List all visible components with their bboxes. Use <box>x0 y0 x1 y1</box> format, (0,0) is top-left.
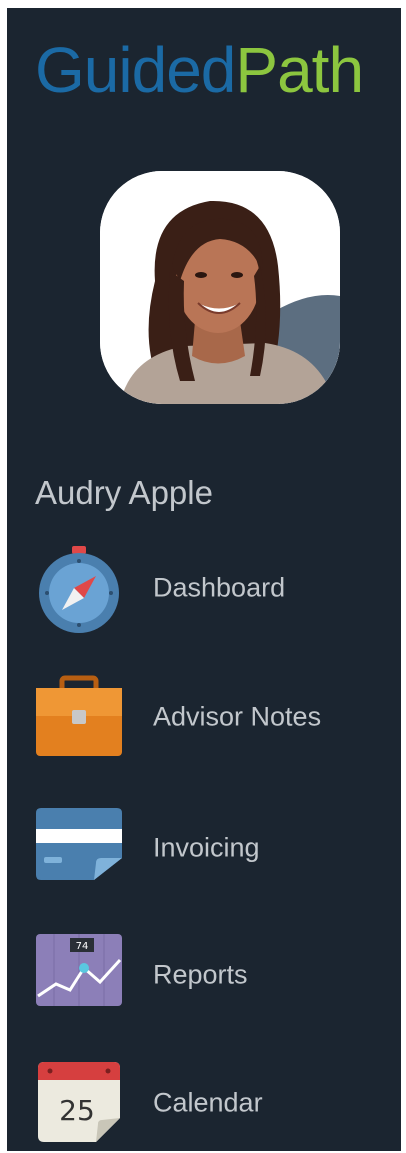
brand-logo[interactable]: GuidedPath <box>35 38 364 102</box>
nav-label-calendar: Calendar <box>153 1087 263 1118</box>
credit-card-icon <box>36 808 122 880</box>
nav-label-reports: Reports <box>153 959 248 990</box>
nav-label-advisor-notes: Advisor Notes <box>153 701 322 732</box>
nav-label-invoicing: Invoicing <box>153 832 260 863</box>
compass-icon <box>39 546 119 633</box>
avatar-photo <box>100 171 340 404</box>
brand-logo-part2: Path <box>235 34 364 106</box>
nav-item-invoicing[interactable]: Invoicing <box>34 803 394 893</box>
reports-icon-value: 74 <box>76 941 89 952</box>
nav-label-dashboard: Dashboard <box>153 572 286 603</box>
line-chart-icon: 74 <box>36 934 122 1006</box>
sidebar: GuidedPath Audry Apple Dashboard Advisor… <box>7 8 401 1151</box>
avatar[interactable] <box>100 171 340 404</box>
user-name: Audry Apple <box>35 474 213 511</box>
nav-item-reports[interactable]: 74 Reports <box>34 930 394 1020</box>
calendar-icon-day: 25 <box>59 1094 95 1127</box>
brand-logo-part1: Guided <box>35 34 236 106</box>
nav-item-calendar[interactable]: 25 Calendar <box>34 1058 394 1148</box>
briefcase-icon <box>36 675 122 756</box>
calendar-icon: 25 <box>38 1062 120 1142</box>
nav-item-dashboard[interactable]: Dashboard <box>34 543 394 633</box>
nav-item-advisor-notes[interactable]: Advisor Notes <box>34 672 394 762</box>
